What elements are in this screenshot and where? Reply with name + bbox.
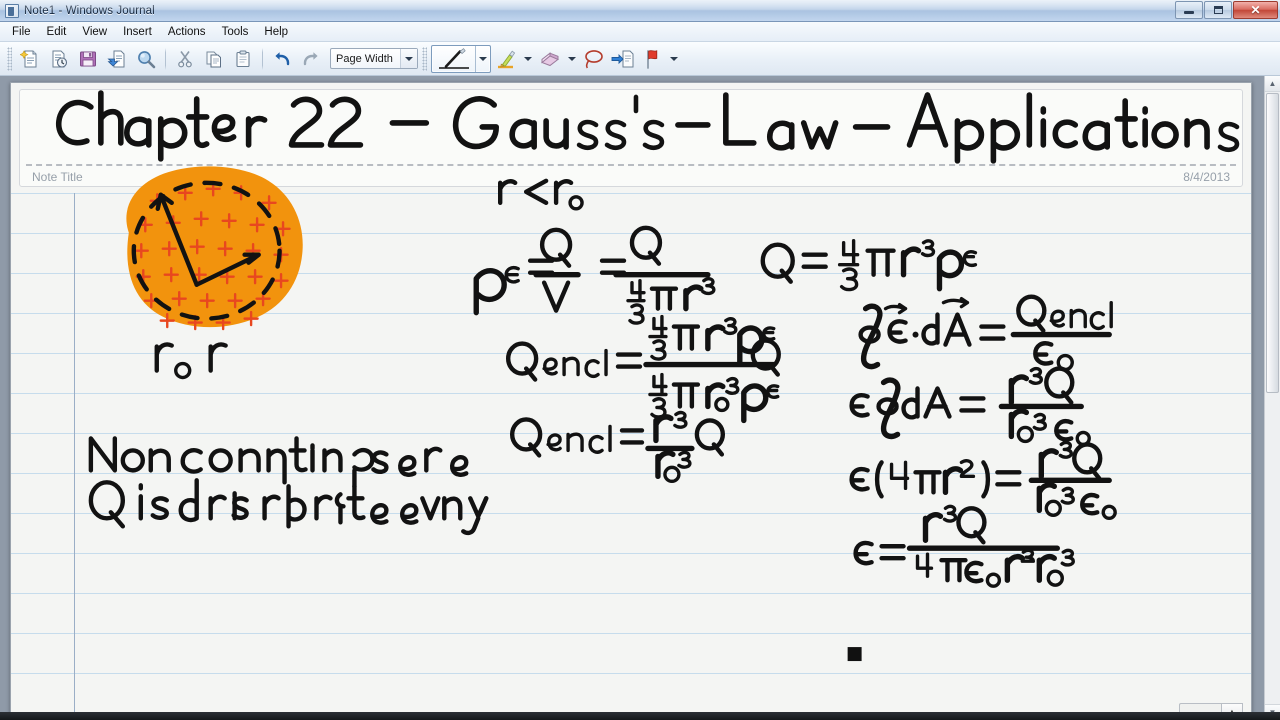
note-page[interactable]: Note Title 8/4/2013 .s { fill:none; stro… [10, 82, 1252, 720]
close-button[interactable]: ✕ [1233, 1, 1278, 19]
menu-actions[interactable]: Actions [160, 23, 214, 41]
window-bottom-edge [0, 712, 1280, 720]
minimize-button[interactable] [1175, 1, 1203, 19]
zoom-combobox[interactable]: Page Width [330, 48, 418, 69]
margin-line [74, 193, 75, 720]
ruled-lines [11, 193, 1251, 720]
windows-journal-window: Note1 - Windows Journal ✕ File Edit View… [0, 0, 1280, 720]
note-title-divider [26, 164, 1236, 166]
note-title-area[interactable]: Note Title 8/4/2013 [19, 89, 1243, 187]
copy-button[interactable] [200, 45, 228, 73]
import-button[interactable] [103, 45, 131, 73]
highlighter-tool[interactable]: Highlighter [492, 45, 520, 73]
window-controls: ✕ [1175, 1, 1278, 19]
menu-view[interactable]: View [74, 23, 115, 41]
menu-tools[interactable]: Tools [214, 23, 257, 41]
highlighter-dropdown-arrow[interactable] [521, 46, 535, 72]
insert-space-tool[interactable] [609, 45, 637, 73]
note-date: 8/4/2013 [1183, 170, 1230, 184]
toolbar-separator [262, 47, 263, 70]
menu-help[interactable]: Help [256, 23, 296, 41]
paste-button[interactable] [229, 45, 257, 73]
maximize-icon [1213, 6, 1223, 14]
pen-icon [432, 45, 476, 72]
pen-dropdown-arrow[interactable] [476, 46, 490, 72]
scrollbar-thumb[interactable] [1266, 93, 1279, 393]
minimize-icon [1184, 10, 1194, 14]
new-note-button[interactable] [16, 45, 44, 73]
chevron-down-icon[interactable] [400, 49, 417, 68]
window-title: Note1 - Windows Journal [24, 4, 155, 17]
menu-insert[interactable]: Insert [115, 23, 160, 41]
cut-button[interactable] [171, 45, 199, 73]
toolbar-separator [165, 47, 166, 70]
lasso-select-tool[interactable] [580, 45, 608, 73]
toolbar: Page Width Highlighter [0, 42, 1280, 76]
save-button[interactable] [74, 45, 102, 73]
flag-dropdown-arrow[interactable] [667, 46, 681, 72]
undo-button[interactable] [268, 45, 296, 73]
maximize-button[interactable] [1204, 1, 1232, 19]
find-button[interactable] [132, 45, 160, 73]
title-bar: Note1 - Windows Journal ✕ [0, 0, 1280, 22]
zoom-value: Page Width [336, 52, 393, 65]
recent-notes-button[interactable] [45, 45, 73, 73]
menu-edit[interactable]: Edit [39, 23, 75, 41]
pen-tool[interactable] [431, 44, 491, 73]
note-title-placeholder: Note Title [32, 170, 83, 184]
flag-tool[interactable] [638, 45, 666, 73]
toolbar-grip-2[interactable] [422, 46, 427, 71]
vertical-scrollbar[interactable]: ▲ ▼ [1264, 76, 1280, 720]
scroll-up-button[interactable]: ▲ [1265, 76, 1280, 92]
redo-button[interactable] [297, 45, 325, 73]
menu-bar: File Edit View Insert Actions Tools Help [0, 22, 1280, 42]
eraser-dropdown-arrow[interactable] [565, 46, 579, 72]
eraser-tool[interactable] [536, 45, 564, 73]
journal-icon [5, 3, 19, 18]
toolbar-grip[interactable] [7, 46, 12, 71]
document-area[interactable]: Note Title 8/4/2013 .s { fill:none; stro… [0, 76, 1280, 720]
menu-file[interactable]: File [4, 23, 39, 41]
close-icon: ✕ [1250, 3, 1261, 17]
